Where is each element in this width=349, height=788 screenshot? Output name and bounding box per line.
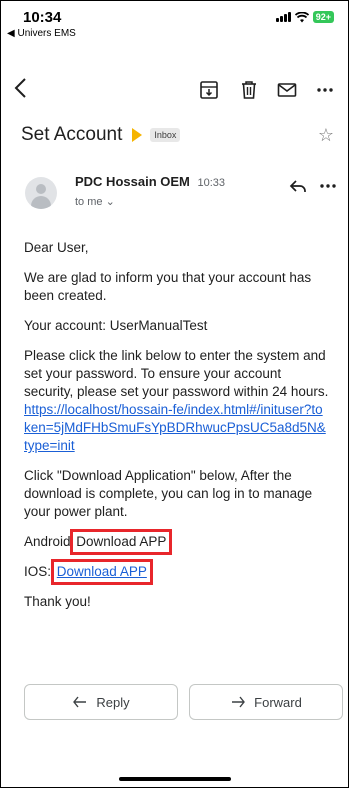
wifi-icon (294, 11, 309, 22)
android-download-link[interactable]: Download APP (70, 529, 173, 555)
important-marker-icon[interactable] (132, 128, 143, 142)
reply-button[interactable]: Reply (24, 684, 178, 720)
status-bar: 10:34 ◀ Univers EMS 92+ (1, 1, 348, 45)
android-label: Android: (24, 534, 75, 549)
android-line: Android: Download APP (24, 529, 329, 555)
reply-label: Reply (96, 694, 130, 710)
more-horizontal-icon[interactable] (314, 79, 336, 101)
email-body: Dear User, We are glad to inform you tha… (24, 239, 329, 623)
reply-icon[interactable] (287, 175, 309, 197)
avatar[interactable] (25, 177, 57, 209)
email-toolbar (1, 69, 348, 109)
body-paragraph-1: We are glad to inform you that your acco… (24, 270, 312, 303)
subject-row: Set Account Inbox ☆ (21, 121, 334, 149)
archive-icon[interactable] (198, 79, 220, 101)
reply-arrow-icon (73, 696, 87, 708)
sender-name: PDC Hossain OEM (75, 174, 190, 189)
sent-time: 10:33 (197, 177, 226, 189)
set-password-link[interactable]: https://localhost/hossain-fe/index.html#… (24, 402, 326, 453)
ios-download-link[interactable]: Download APP (57, 564, 147, 579)
trash-icon[interactable] (238, 79, 260, 101)
signal-icon (275, 12, 291, 22)
phone-screen: 10:34 ◀ Univers EMS 92+ Set Account Inbo… (0, 0, 349, 788)
chevron-left-icon[interactable] (9, 75, 35, 101)
battery-indicator: 92+ (312, 11, 334, 23)
ios-line: IOS: Download APP (24, 559, 329, 585)
recipient-details-toggle[interactable]: to me ⌄ (75, 195, 115, 208)
body-paragraph-3: Please click the link below to enter the… (24, 347, 329, 455)
forward-arrow-icon (232, 696, 246, 708)
account-line: Your account: UserManualTest (24, 318, 208, 333)
greeting: Dear User, (24, 240, 89, 255)
sender-name-row[interactable]: PDC Hossain OEM 10:33 (75, 174, 225, 189)
home-indicator[interactable] (119, 777, 231, 781)
ios-label: IOS: (24, 564, 52, 579)
status-icons: 92+ (275, 11, 334, 23)
body-paragraph-4: Click "Download Application" below, Afte… (24, 468, 313, 519)
closing: Thank you! (24, 594, 91, 609)
star-icon[interactable]: ☆ (318, 125, 334, 146)
password-instructions: Please click the link below to enter the… (24, 348, 329, 399)
forward-button[interactable]: Forward (189, 684, 343, 720)
more-options-icon[interactable] (317, 175, 339, 197)
forward-label: Forward (254, 694, 302, 710)
email-subject: Set Account (21, 124, 123, 145)
status-time: 10:34 (23, 9, 62, 26)
back-to-app-link[interactable]: ◀ Univers EMS (7, 28, 76, 39)
inbox-label[interactable]: Inbox (150, 128, 181, 142)
mail-icon[interactable] (276, 79, 298, 101)
